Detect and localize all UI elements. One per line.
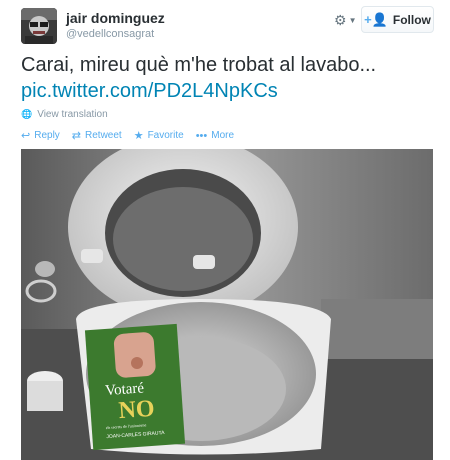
toilet-photo: Votaré NO els secrets de l'unionisme JOA…	[21, 149, 433, 460]
retweet-icon: ⇄	[71, 130, 82, 142]
tweet-actions: ↩ Reply ⇄ Retweet ★ Favorite ••• More	[21, 129, 246, 143]
add-user-icon: +👤	[364, 11, 388, 27]
favorite-label: Favorite	[147, 130, 184, 141]
gear-icon: ⚙	[334, 11, 347, 28]
gear-menu-button[interactable]: ⚙ ▼	[334, 10, 358, 30]
view-translation-label: View translation	[37, 109, 108, 120]
more-icon: •••	[195, 129, 208, 142]
tweet-media-link[interactable]: pic.twitter.com/PD2L4NpKCs	[21, 78, 278, 104]
view-translation-link[interactable]: 🌐 View translation	[21, 109, 108, 120]
reply-icon: ↩	[21, 130, 31, 142]
favorite-action[interactable]: ★ Favorite	[134, 129, 184, 142]
user-name[interactable]: jair dominguez	[66, 10, 165, 26]
book-cover: Votaré NO els secrets de l'unionisme JOA…	[84, 323, 186, 451]
star-icon: ★	[133, 130, 144, 142]
chevron-down-icon: ▼	[348, 15, 357, 25]
tweet-card: jair dominguez @vedellconsagrat ⚙ ▼ +👤 F…	[0, 0, 450, 460]
user-avatar[interactable]	[21, 8, 57, 44]
globe-icon: 🌐	[21, 109, 33, 119]
user-handle[interactable]: @vedellconsagrat	[66, 28, 154, 40]
tweet-photo[interactable]: Votaré NO els secrets de l'unionisme JOA…	[21, 149, 433, 460]
reply-label: Reply	[34, 130, 60, 141]
book-title-2: NO	[118, 396, 156, 424]
reply-action[interactable]: ↩ Reply	[21, 129, 60, 142]
follow-button[interactable]: +👤 Follow	[361, 6, 434, 33]
retweet-action[interactable]: ⇄ Retweet	[72, 129, 122, 142]
more-action[interactable]: ••• More	[196, 129, 234, 142]
tweet-text: Carai, mireu què m'he trobat al lavabo..…	[21, 54, 377, 76]
follow-button-label: Follow	[392, 12, 431, 27]
retweet-label: Retweet	[85, 130, 122, 141]
more-label: More	[211, 130, 235, 141]
